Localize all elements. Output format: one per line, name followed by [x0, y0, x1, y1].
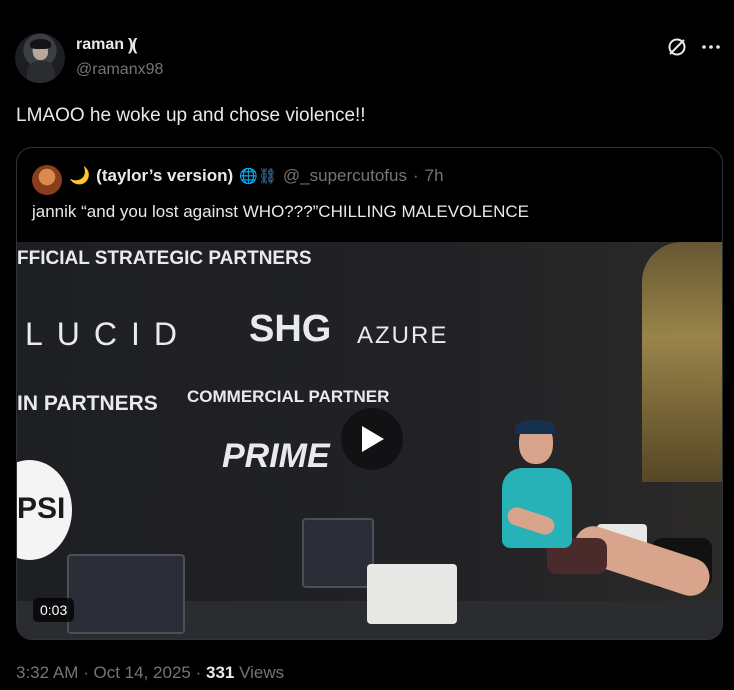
- quoted-author-avatar[interactable]: [32, 165, 62, 195]
- views-count: 331: [206, 663, 235, 682]
- sign-shg: SHG: [249, 308, 332, 350]
- meta-dot: ·: [195, 663, 202, 682]
- post-date[interactable]: Oct 14, 2025: [94, 663, 191, 682]
- author-avatar[interactable]: [15, 33, 65, 83]
- views-label: Views: [239, 663, 285, 682]
- tweet-meta: 3:32 AM · Oct 14, 2025 · 331 Views: [16, 663, 284, 683]
- moon-emoji: 🌙: [69, 166, 91, 185]
- separator-dot: ·: [412, 166, 419, 185]
- quoted-display-name[interactable]: (taylor’s version): [96, 166, 233, 186]
- play-button[interactable]: [341, 408, 403, 470]
- more-icon[interactable]: [700, 36, 722, 58]
- play-icon: [362, 426, 384, 452]
- sign-lucid: LUCID: [25, 316, 192, 352]
- meta-dot: ·: [83, 663, 89, 682]
- statue-figure: [642, 242, 722, 482]
- sign-official-partners: FFICIAL STRATEGIC PARTNERS: [17, 248, 312, 269]
- chair: [302, 518, 374, 588]
- quoted-tweet[interactable]: 🌙 (taylor’s version) 🌐⛓ @_supercutofus ·…: [16, 147, 723, 640]
- chair: [67, 554, 185, 634]
- sign-commercial-partner: COMMERCIAL PARTNER: [187, 387, 390, 406]
- tweet-text: LMAOO he woke up and chose violence!!: [16, 105, 366, 126]
- quoted-header: 🌙 (taylor’s version) 🌐⛓ @_supercutofus ·…: [69, 166, 444, 186]
- author-info: raman )( @ramanx98: [76, 35, 163, 79]
- post-time[interactable]: 3:32 AM: [16, 663, 78, 682]
- grok-icon[interactable]: [666, 36, 688, 58]
- quoted-badges: 🌐⛓: [239, 168, 277, 185]
- author-handle[interactable]: @ramanx98: [76, 61, 163, 79]
- quoted-time[interactable]: 7h: [425, 166, 444, 186]
- video-duration: 0:03: [33, 598, 75, 622]
- sign-main-partners: IN PARTNERS: [17, 392, 158, 415]
- tweet: raman )( @ramanx98 LMAOO he woke up and …: [0, 0, 734, 690]
- player-cap: [515, 420, 555, 434]
- author-display-name[interactable]: raman )(: [76, 35, 163, 55]
- quoted-text: jannik “and you lost against WHO???”CHIL…: [32, 202, 529, 221]
- sign-prime: PRIME: [222, 437, 330, 475]
- quoted-handle[interactable]: @_supercutofus: [283, 166, 407, 186]
- name-glyph-icon: )(: [128, 35, 137, 54]
- towel: [367, 564, 457, 624]
- video-player[interactable]: FFICIAL STRATEGIC PARTNERS LUCID SHG AZU…: [17, 242, 722, 639]
- sign-azure: AZURE: [357, 322, 449, 349]
